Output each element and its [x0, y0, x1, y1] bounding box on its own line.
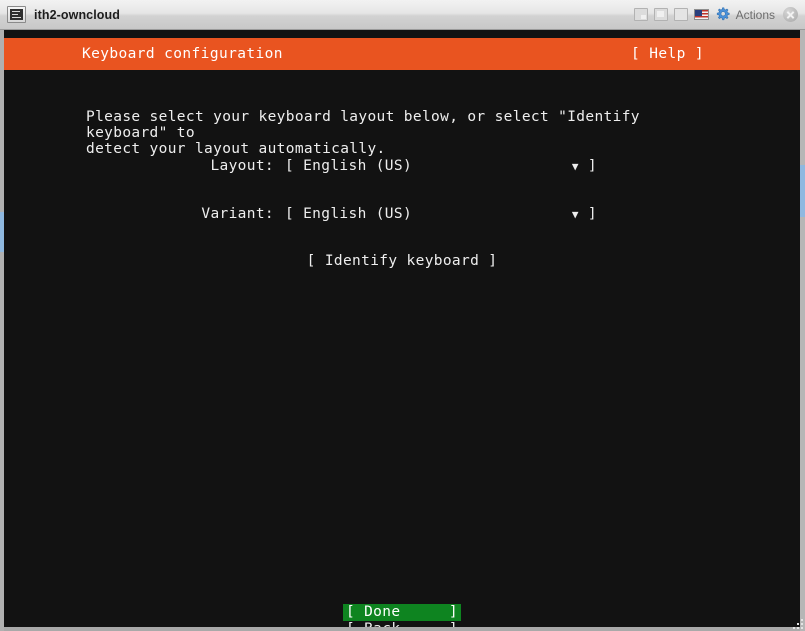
variant-open-bracket: [: [285, 206, 295, 222]
left-scrollbar-thumb[interactable]: [0, 212, 4, 252]
back-button[interactable]: [ Back ]: [343, 621, 461, 627]
subiquity-screen: Keyboard configuration [ Help ] Please s…: [4, 30, 800, 627]
done-button-label: Done: [364, 604, 401, 620]
page-title: Keyboard configuration: [82, 46, 283, 62]
back-close-bracket: ]: [449, 621, 458, 627]
console-viewport: Keyboard configuration [ Help ] Please s…: [0, 30, 805, 631]
done-open-bracket: [: [346, 604, 356, 620]
vnc-window: ith2-owncloud Actions Keyboard configura…: [0, 0, 805, 631]
titlebar-controls: Actions: [633, 7, 805, 22]
actions-menu-label[interactable]: Actions: [736, 8, 775, 22]
done-button[interactable]: [ Done ]: [343, 604, 461, 621]
layout-close-bracket: ]: [587, 158, 597, 174]
layout-label: Layout:: [210, 158, 274, 174]
window-title: ith2-owncloud: [34, 7, 121, 22]
vertical-scrollbar-thumb[interactable]: [800, 165, 805, 217]
help-button[interactable]: [ Help ]: [631, 46, 704, 62]
variant-label: Variant:: [201, 206, 274, 222]
layout-dropdown[interactable]: [ English (US) ▼ ]: [285, 158, 597, 174]
done-close-bracket: ]: [448, 604, 458, 620]
us-flag-icon[interactable]: [693, 9, 709, 20]
layout-open-bracket: [: [285, 158, 295, 174]
vertical-scrollbar[interactable]: [800, 30, 805, 631]
layout-field-row[interactable]: Layout: [ English (US) ▼ ]: [4, 157, 800, 175]
resize-grip[interactable]: [790, 616, 803, 629]
variant-close-bracket: ]: [587, 206, 597, 222]
chevron-down-icon[interactable]: ▼: [572, 161, 579, 172]
tui-content: Please select your keyboard layout below…: [4, 70, 800, 627]
chevron-down-icon[interactable]: ▼: [572, 209, 579, 220]
left-scrollbar[interactable]: [0, 30, 4, 631]
back-open-bracket: [: [346, 621, 355, 627]
terminal-window-icon: [7, 6, 26, 23]
instruction-text: Please select your keyboard layout below…: [86, 109, 640, 157]
maximize-icon[interactable]: [673, 8, 688, 21]
identify-keyboard-button[interactable]: [ Identify keyboard ]: [4, 253, 800, 269]
close-icon[interactable]: [783, 7, 798, 22]
variant-dropdown[interactable]: [ English (US) ▼ ]: [285, 206, 597, 222]
back-button-label: Back: [364, 621, 400, 627]
layout-value: English (US): [303, 158, 413, 174]
window-titlebar[interactable]: ith2-owncloud Actions: [0, 0, 805, 30]
variant-value: English (US): [303, 206, 413, 222]
gear-icon[interactable]: [715, 7, 730, 22]
bottom-button-group: [ Done ] [ Back ]: [4, 604, 800, 627]
variant-field-row[interactable]: Variant: [ English (US) ▼ ]: [4, 205, 800, 223]
tui-header-bar: Keyboard configuration [ Help ]: [4, 38, 800, 70]
restore-icon[interactable]: [653, 8, 668, 21]
minimize-icon[interactable]: [633, 8, 648, 21]
